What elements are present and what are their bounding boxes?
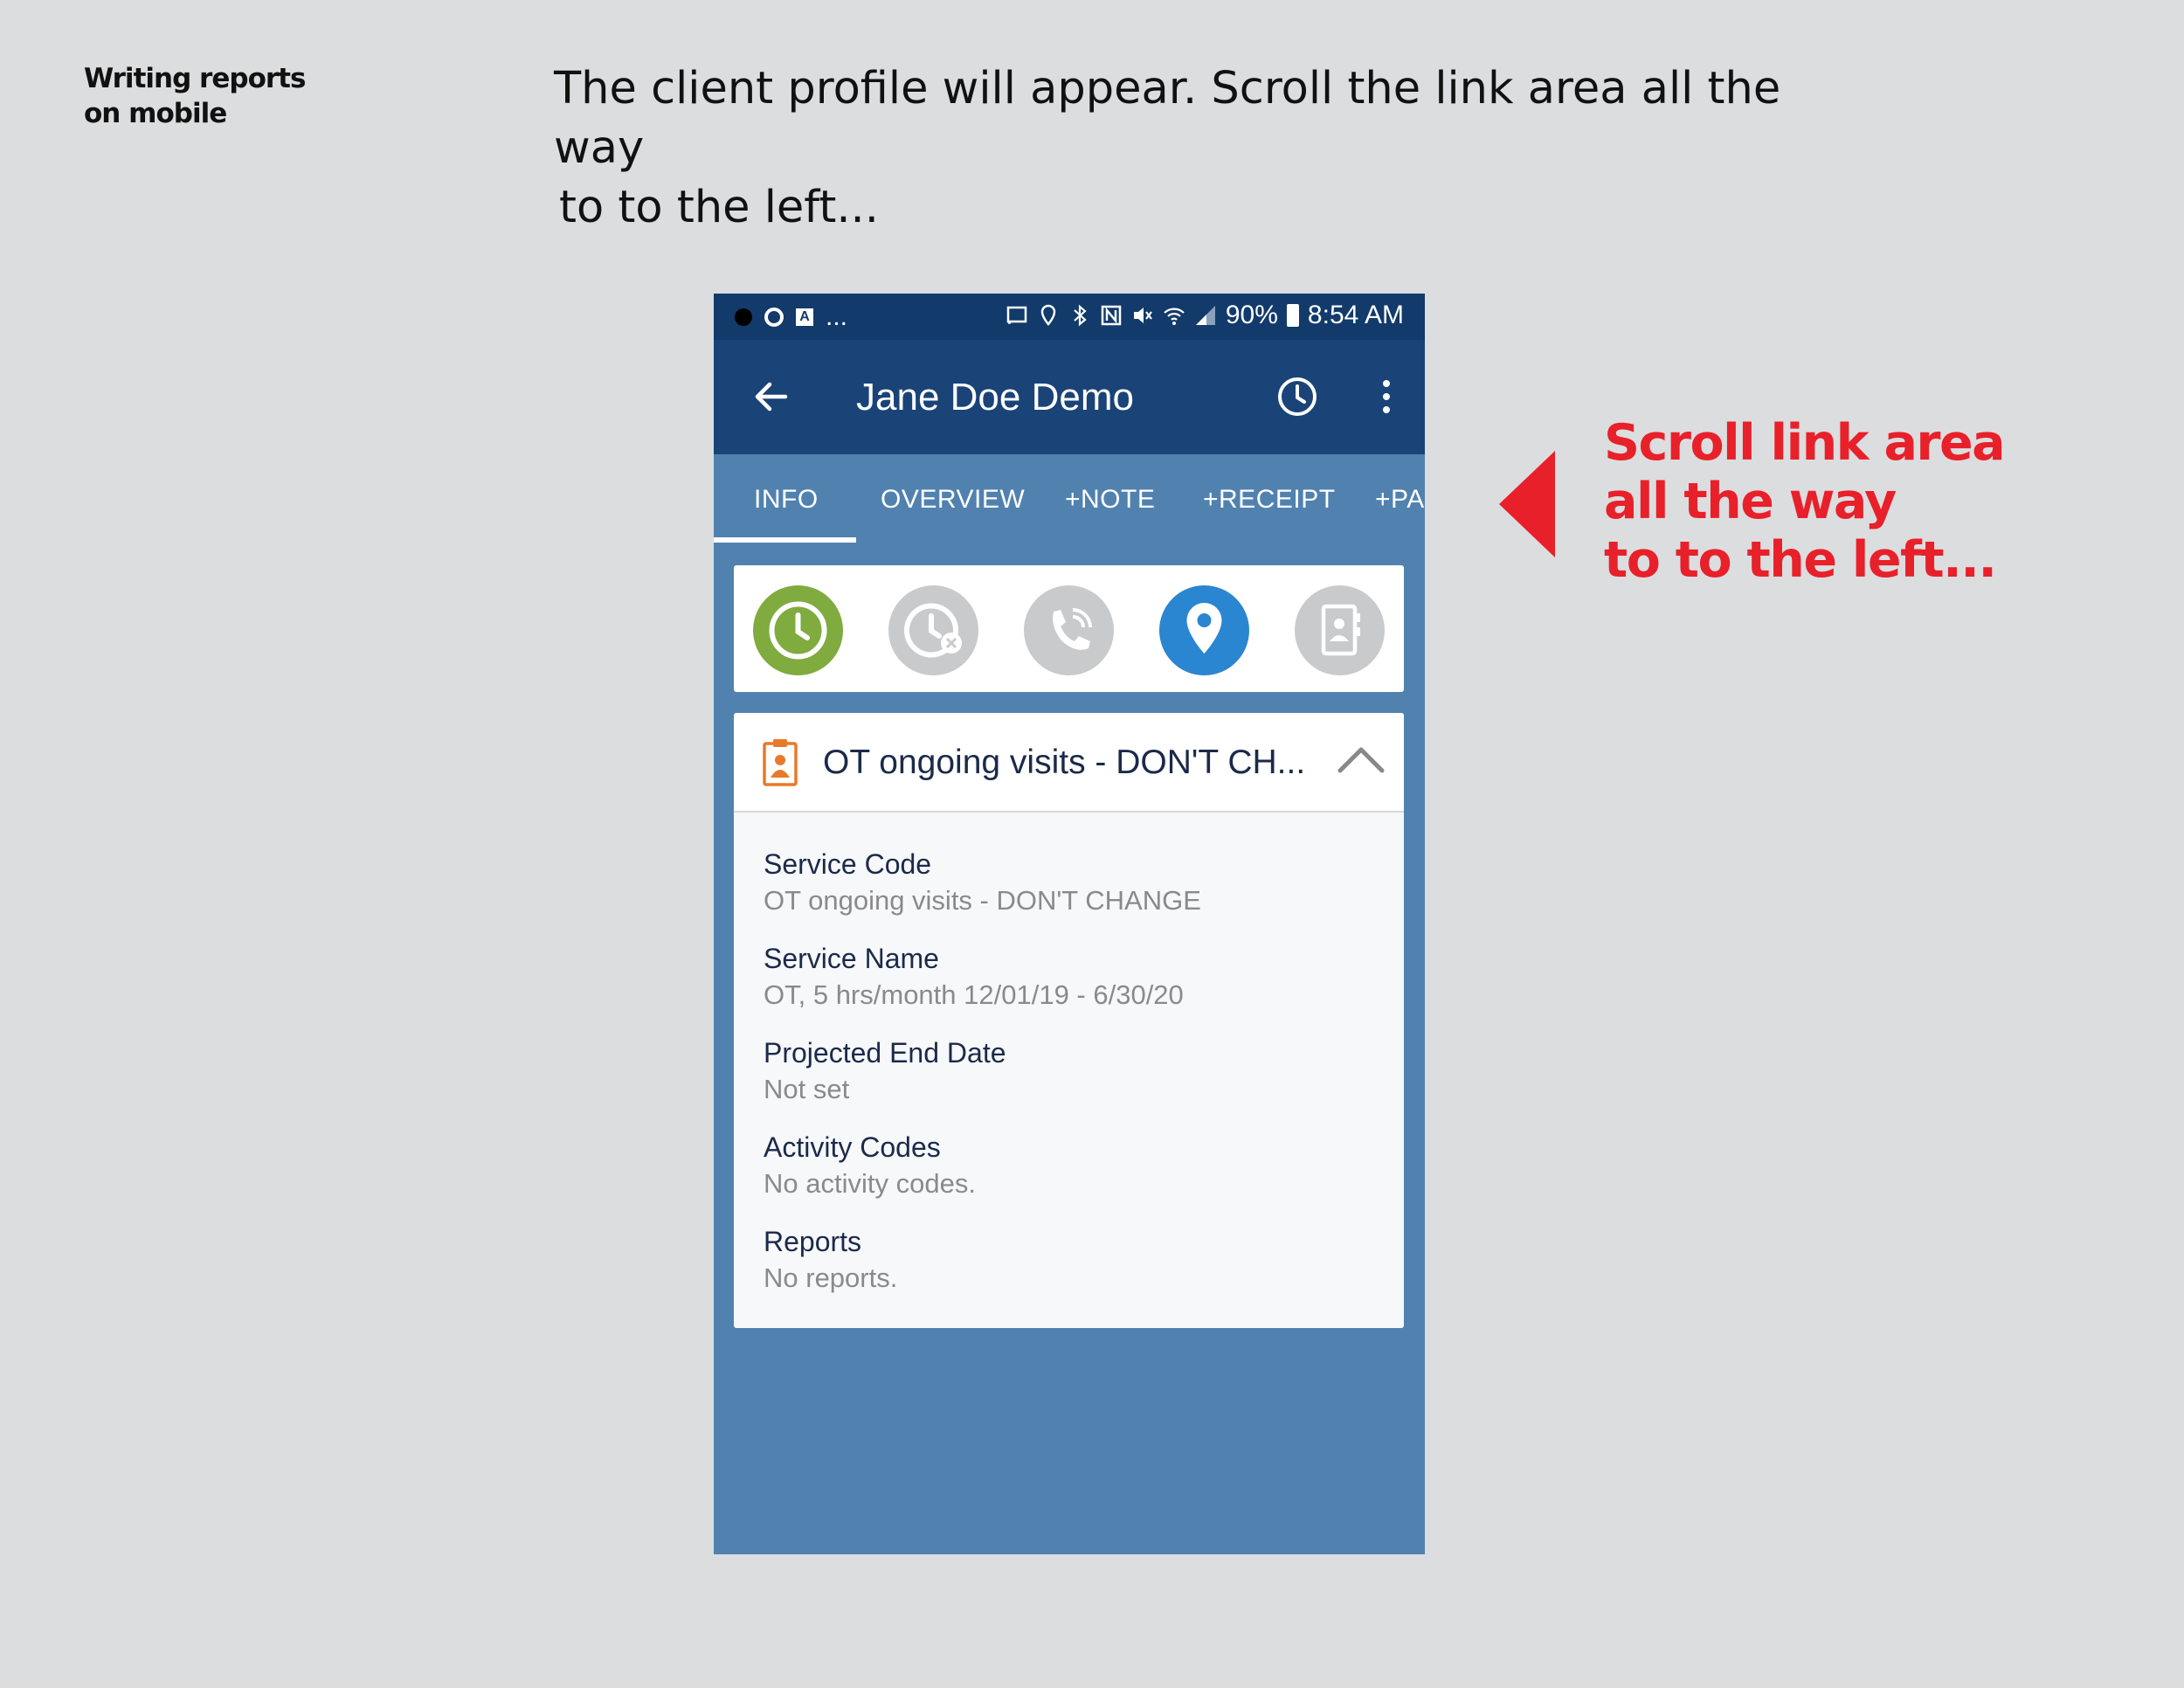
location-status-icon — [1040, 304, 1056, 326]
field-label: Service Name — [764, 943, 939, 974]
back-arrow-icon[interactable] — [749, 375, 792, 419]
more-options-icon[interactable] — [1373, 375, 1400, 419]
tab-add-note[interactable]: +NOTE — [1065, 454, 1155, 545]
contact-book-icon — [1295, 585, 1385, 675]
battery-icon — [1286, 304, 1299, 327]
reports-field: Reports No reports. — [764, 1223, 1375, 1297]
service-card-header[interactable]: OT ongoing visits - DON'T CH... — [734, 713, 1404, 813]
clipboard-person-icon — [763, 739, 798, 786]
scroll-annotation: Scroll link area all the way to to the l… — [1604, 414, 2006, 590]
bluetooth-icon — [1074, 304, 1087, 327]
history-clock-icon[interactable] — [1275, 375, 1319, 419]
nfc-icon — [1101, 305, 1122, 326]
field-value: No activity codes. — [764, 1168, 976, 1199]
clock-cancel-icon — [888, 585, 978, 675]
app-bar: Jane Doe Demo — [714, 340, 1425, 454]
document-section-title: Writing reports on mobile — [84, 61, 346, 131]
tab-overview[interactable]: OVERVIEW — [881, 454, 1025, 545]
activity-codes-field: Activity Codes No activity codes. — [764, 1129, 1375, 1202]
tab-add-receipt[interactable]: +RECEIPT — [1203, 454, 1336, 545]
clock-in-icon — [753, 585, 843, 675]
phone-icon — [1024, 585, 1114, 675]
service-code-field: Service Code OT ongoing visits - DON'T C… — [764, 846, 1375, 919]
field-value: Not set — [764, 1074, 850, 1104]
status-bar: A ... 90% 8:54 AM — [714, 294, 1425, 340]
tab-add-pa[interactable]: +PA — [1375, 454, 1425, 545]
field-value: OT, 5 hrs/month 12/01/19 - 6/30/20 — [764, 979, 1184, 1010]
phone-screenshot: A ... 90% 8:54 AM Jane Doe Demo INFO OVE… — [714, 294, 1425, 1554]
battery-percent: 90% — [1225, 301, 1278, 329]
status-time: 8:54 AM — [1307, 301, 1404, 329]
location-button[interactable] — [1159, 585, 1249, 675]
quick-actions-card — [734, 565, 1404, 692]
clock-in-button[interactable] — [753, 585, 843, 675]
signal-icon — [1195, 306, 1215, 325]
wifi-icon — [1164, 308, 1185, 325]
service-card-title: OT ongoing visits - DON'T CH... — [823, 744, 1306, 781]
client-name-title: Jane Doe Demo — [856, 376, 1134, 419]
annotation-line-1: Scroll link area — [1604, 414, 2006, 472]
field-label: Reports — [764, 1226, 862, 1257]
mute-icon — [1133, 308, 1152, 323]
field-label: Projected End Date — [764, 1037, 1006, 1069]
section-title-line-1: Writing reports — [84, 63, 306, 94]
field-value: OT ongoing visits - DON'T CHANGE — [764, 885, 1201, 916]
selected-tab-indicator — [714, 537, 856, 543]
chevron-up-icon[interactable] — [1337, 743, 1386, 778]
app-notification-icon: A — [796, 308, 813, 326]
service-card: OT ongoing visits - DON'T CH... Service … — [734, 713, 1404, 1328]
field-label: Service Code — [764, 848, 932, 880]
instruction-text: The client profile will appear. Scroll t… — [554, 59, 1847, 238]
instruction-line-1: The client profile will appear. Scroll t… — [554, 63, 1781, 174]
annotation-arrow-left-icon — [1499, 451, 1555, 557]
field-label: Activity Codes — [764, 1131, 941, 1163]
link-tab-bar[interactable]: INFO OVERVIEW +NOTE +RECEIPT +PA — [714, 454, 1425, 545]
contact-book-button[interactable] — [1295, 585, 1385, 675]
tab-info[interactable]: INFO — [754, 454, 819, 545]
annotation-line-3: to to the left... — [1604, 531, 1997, 589]
sync-icon — [764, 308, 784, 327]
notification-dot-icon — [735, 308, 752, 326]
cast-icon — [1006, 306, 1027, 324]
location-icon — [1159, 585, 1249, 675]
instruction-line-2: to to the left... — [559, 182, 879, 233]
phone-call-button[interactable] — [1024, 585, 1114, 675]
projected-end-date-field: Projected End Date Not set — [764, 1034, 1375, 1108]
annotation-line-2: all the way — [1604, 473, 1897, 530]
section-title-line-2: on mobile — [84, 98, 227, 129]
more-notifications: ... — [826, 302, 848, 331]
service-name-field: Service Name OT, 5 hrs/month 12/01/19 - … — [764, 940, 1375, 1013]
clock-cancel-button[interactable] — [888, 585, 978, 675]
field-value: No reports. — [764, 1263, 898, 1293]
